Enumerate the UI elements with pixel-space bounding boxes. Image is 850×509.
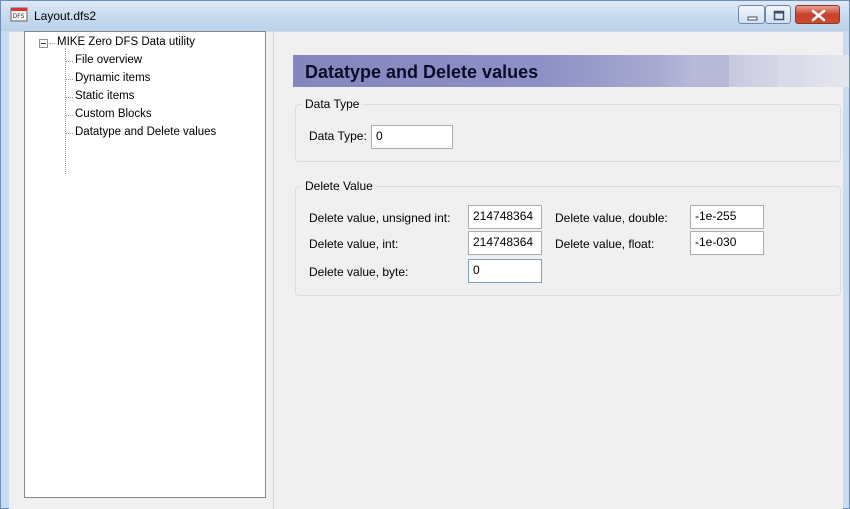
tree-item-datatype-delete-values[interactable]: Datatype and Delete values	[75, 126, 216, 143]
window-title: Layout.dfs2	[34, 9, 97, 23]
data-type-label: Data Type:	[309, 129, 367, 143]
svg-text:DFS: DFS	[13, 13, 25, 20]
tree-connector	[65, 79, 73, 80]
delete-value-group: Delete Value Delete value, unsigned int:…	[295, 179, 841, 296]
tree-connector	[65, 61, 73, 62]
delete-value-group-label: Delete Value	[302, 179, 376, 193]
data-type-group-label: Data Type	[302, 97, 363, 111]
tree-item-dynamic-items[interactable]: Dynamic items	[75, 72, 150, 89]
main-window: DFS Layout.dfs2 MIKE Zero DFS Data utili	[0, 0, 850, 509]
delete-value-float-label: Delete value, float:	[555, 237, 655, 251]
header-decoration	[693, 55, 729, 87]
tree-item-custom-blocks[interactable]: Custom Blocks	[75, 108, 152, 125]
navigation-tree[interactable]: MIKE Zero DFS Data utility File overview…	[24, 31, 266, 498]
delete-value-float-field[interactable]: -1e-030	[690, 231, 764, 255]
tree-item-label: File overview	[75, 54, 143, 66]
data-type-group: Data Type Data Type: 0	[295, 97, 841, 162]
title-bar[interactable]: DFS Layout.dfs2	[1, 1, 849, 31]
minimize-button[interactable]	[738, 5, 765, 24]
close-button[interactable]	[795, 5, 840, 24]
page-title: Datatype and Delete values	[305, 62, 539, 82]
tree-connector	[65, 97, 73, 98]
app-icon: DFS	[10, 7, 28, 22]
collapse-icon[interactable]	[39, 39, 48, 48]
maximize-icon	[773, 10, 785, 21]
maximize-button[interactable]	[765, 5, 791, 24]
tree-connector	[65, 115, 73, 116]
delete-value-int-field[interactable]: 214748364	[468, 231, 542, 255]
close-icon	[811, 9, 826, 22]
delete-value-unsigned-int-field[interactable]: 214748364	[468, 205, 542, 229]
content-panel: Datatype and Delete values Data Type Dat…	[279, 32, 849, 509]
tree-item-label: Datatype and Delete values	[75, 126, 217, 138]
delete-value-double-field[interactable]: -1e-255	[690, 205, 764, 229]
tree-root[interactable]: MIKE Zero DFS Data utility	[57, 36, 195, 53]
tree-connector	[65, 133, 73, 134]
tree-connector	[49, 43, 55, 44]
section-header: Datatype and Delete values	[293, 55, 849, 87]
tree-item-file-overview[interactable]: File overview	[75, 54, 142, 71]
tree-item-label: Custom Blocks	[75, 108, 152, 120]
header-decoration	[779, 55, 805, 87]
minimize-icon	[747, 16, 758, 21]
delete-value-byte-label: Delete value, byte:	[309, 265, 409, 279]
delete-value-byte-field[interactable]: 0	[468, 259, 542, 283]
data-type-field[interactable]: 0	[371, 125, 453, 149]
delete-value-double-label: Delete value, double:	[555, 211, 668, 225]
delete-value-int-label: Delete value, int:	[309, 237, 399, 251]
tree-item-static-items[interactable]: Static items	[75, 90, 134, 107]
tree-item-label: Dynamic items	[75, 72, 151, 84]
tree-item-label: Static items	[75, 90, 135, 102]
tree-root-label: MIKE Zero DFS Data utility	[57, 36, 196, 48]
tree-guide-line	[65, 48, 66, 174]
delete-value-unsigned-int-label: Delete value, unsigned int:	[309, 211, 451, 225]
